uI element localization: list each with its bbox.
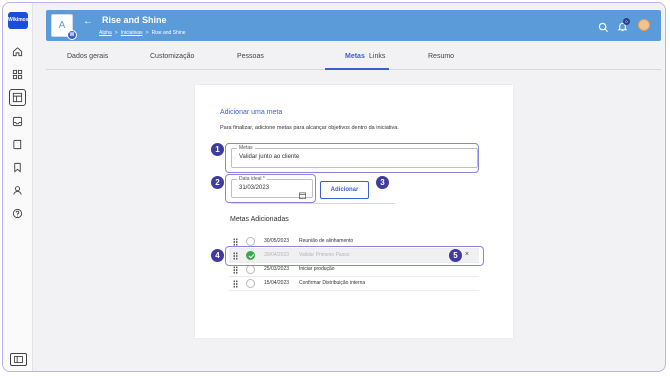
divider [231,203,395,204]
app-logo[interactable]: Wikimos [8,12,29,29]
annotation-marker: 1 [211,143,224,156]
initiatives-icon[interactable] [9,89,26,106]
tab-links[interactable]: Links [369,53,385,60]
breadcrumb-current: Rise and Shine [151,30,186,36]
tab-metas[interactable]: Metas [345,53,365,60]
notification-count-badge: 0 [623,18,630,25]
goal-text: Reunião de alinhamento [299,238,354,244]
help-icon[interactable] [10,206,25,221]
added-goals-title: Metas Adicionadas [230,216,289,223]
drag-handle-icon[interactable] [233,266,238,274]
user-icon[interactable] [10,183,25,198]
goal-text: Confirmar Distribuição interna [299,280,366,286]
goal-date: 15/04/2023 [264,280,290,286]
add-goal-button[interactable]: Adicionar [320,181,369,199]
collapse-sidebar-icon[interactable] [10,353,27,366]
tab-resumo[interactable]: Resumo [428,53,454,60]
annotation-marker: 3 [376,176,389,189]
home-icon[interactable] [10,44,25,59]
annotation-marker: 5 [449,249,462,262]
goal-date: 25/03/2023 [264,266,290,272]
goal-row[interactable]: 15/04/2023 Confirmar Distribuição intern… [229,277,479,291]
inbox-icon[interactable] [10,114,25,129]
tab-bar: Dados gerais Customização Pessoas Metas … [46,48,661,70]
goal-text: Iniciar produção [299,266,335,272]
annotation-marker: 2 [211,176,224,189]
initiative-header: A W ← Rise and Shine Alpha > Iniciativas… [46,10,661,41]
app-frame: Wikimos A W ← Rise and Shine Alpha > Ini… [2,2,666,372]
back-arrow-icon[interactable]: ← [83,16,93,27]
annotation-box-date-input [225,174,316,203]
tab-pessoas[interactable]: Pessoas [237,53,264,60]
page-title: Rise and Shine [102,15,167,25]
breadcrumb-item[interactable]: Iniciativas [121,30,143,36]
left-rail: Wikimos [3,3,33,371]
goal-checkbox[interactable] [246,237,255,246]
workspace-badge: W [67,30,77,40]
annotation-box-goal-input [225,143,479,173]
goal-checkbox[interactable] [246,279,255,288]
tab-dados-gerais[interactable]: Dados gerais [67,53,108,60]
drag-handle-icon[interactable] [233,280,238,288]
tab-customizacao[interactable]: Customização [150,53,194,60]
book-icon[interactable] [10,137,25,152]
bookmark-icon[interactable] [10,160,25,175]
annotation-marker: 4 [211,249,224,262]
grid-icon[interactable] [10,67,25,82]
search-icon[interactable] [598,20,609,38]
user-avatar[interactable] [638,19,650,31]
goals-card: Adicionar uma meta Para finalizar, adici… [195,85,513,338]
breadcrumb: Alpha > Iniciativas > Rise and Shine [99,30,186,36]
drag-handle-icon[interactable] [233,238,238,246]
annotation-box-goal-row [225,246,484,266]
breadcrumb-separator: > [145,30,149,36]
form-description: Para finalizar, adicione metas para alca… [220,125,399,131]
form-title: Adicionar uma meta [220,109,283,116]
goal-date: 30/05/2023 [264,238,290,244]
goal-checkbox[interactable] [246,265,255,274]
breadcrumb-separator: > [114,30,118,36]
breadcrumb-item[interactable]: Alpha [99,30,112,36]
active-tab-indicator [325,68,389,70]
